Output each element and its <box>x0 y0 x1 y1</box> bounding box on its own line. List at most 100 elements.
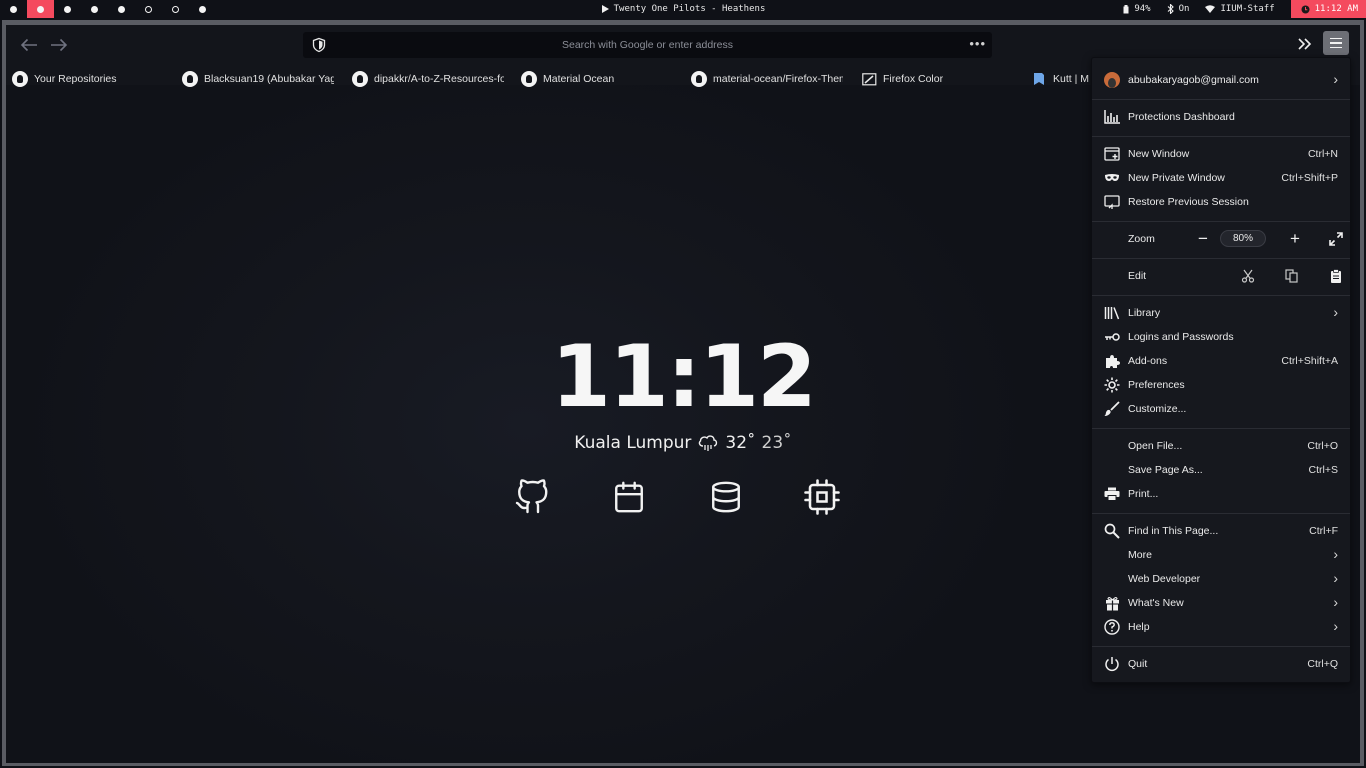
now-playing-title: Twenty One Pilots - Heathens <box>613 4 766 14</box>
fullscreen-button[interactable] <box>1326 228 1346 250</box>
menu-label: Preferences <box>1128 379 1185 391</box>
menu-find-in-page[interactable]: Find in This Page... Ctrl+F <box>1092 520 1350 542</box>
menu-label: Customize... <box>1128 403 1187 415</box>
workspace-7[interactable] <box>162 0 189 18</box>
workspace-4[interactable] <box>81 0 108 18</box>
overflow-chevron-icon[interactable] <box>1298 34 1312 55</box>
menu-new-window[interactable]: New Window Ctrl+N <box>1092 143 1350 165</box>
menu-shortcut: Ctrl+N <box>1307 148 1338 160</box>
workspace-8[interactable] <box>189 0 216 18</box>
printer-icon <box>1104 486 1120 502</box>
menu-separator <box>1092 513 1350 514</box>
menu-label: Help <box>1128 621 1150 633</box>
menu-shortcut: Ctrl+Shift+P <box>1281 172 1338 184</box>
new-window-icon <box>1104 146 1120 162</box>
menu-quit[interactable]: Quit Ctrl+Q <box>1092 653 1350 675</box>
weather-low: 23˚ <box>761 433 792 453</box>
paste-button[interactable] <box>1326 265 1346 287</box>
menu-label: abubakaryagob@gmail.com <box>1128 74 1259 86</box>
menu-label: New Window <box>1128 148 1190 160</box>
shortcut-cpu[interactable] <box>802 477 842 517</box>
wifi-status[interactable]: IIUM-Staff <box>1205 4 1275 14</box>
menu-customize[interactable]: Customize... <box>1092 398 1350 420</box>
app-menu-panel: abubakaryagob@gmail.com › Protections Da… <box>1091 57 1351 683</box>
workspace-dot-icon <box>118 5 125 13</box>
github-icon <box>521 71 537 87</box>
menu-label: Edit <box>1128 270 1147 282</box>
workspace-3[interactable] <box>54 0 81 18</box>
page-actions-icon[interactable]: ••• <box>969 36 986 51</box>
menu-label: Print... <box>1128 488 1159 500</box>
system-clock[interactable]: 11:12 AM <box>1290 0 1366 18</box>
menu-label: Save Page As... <box>1128 464 1203 476</box>
github-icon <box>515 479 548 514</box>
back-button[interactable] <box>16 33 42 57</box>
database-icon <box>712 481 740 513</box>
bookmark-item[interactable]: dipakkr/A-to-Z-Resources-for-Students <box>352 69 504 89</box>
workspace-6[interactable] <box>135 0 162 18</box>
menu-preferences[interactable]: Preferences <box>1092 374 1350 396</box>
menu-whats-new[interactable]: What's New › <box>1092 592 1350 614</box>
menu-restore-session[interactable]: Restore Previous Session <box>1092 191 1350 213</box>
forward-button[interactable] <box>46 33 72 57</box>
github-icon <box>12 71 28 87</box>
bluetooth-status[interactable]: On <box>1167 4 1189 14</box>
bookmark-item[interactable]: Kutt | M <box>1031 69 1091 89</box>
menu-help[interactable]: Help › <box>1092 616 1350 638</box>
battery-label: 94% <box>1134 4 1151 14</box>
workspace-dot-icon <box>37 5 44 13</box>
shortcut-database[interactable] <box>706 477 746 517</box>
chevron-right-icon: › <box>1333 546 1338 562</box>
minus-icon: − <box>1198 229 1208 248</box>
menu-protections-dashboard[interactable]: Protections Dashboard <box>1092 106 1350 128</box>
chevron-right-icon: › <box>1333 594 1338 610</box>
menu-library[interactable]: Library › <box>1092 302 1350 324</box>
shortcut-github[interactable] <box>512 477 552 517</box>
menu-addons[interactable]: Add-ons Ctrl+Shift+A <box>1092 350 1350 372</box>
workspace-dot-icon <box>145 5 152 13</box>
cut-button[interactable] <box>1238 265 1258 287</box>
battery-status[interactable]: 94% <box>1123 4 1151 14</box>
menu-print[interactable]: Print... <box>1092 483 1350 505</box>
workspace-1[interactable] <box>0 0 27 18</box>
menu-open-file[interactable]: Open File... Ctrl+O <box>1092 435 1350 457</box>
menu-label: Logins and Passwords <box>1128 331 1234 343</box>
zoom-in-button[interactable]: + <box>1285 228 1305 250</box>
bookmark-item[interactable]: material-ocean/Firefox-Theme <box>691 69 843 89</box>
zoom-reset-button[interactable]: 80% <box>1220 230 1266 247</box>
menu-account[interactable]: abubakaryagob@gmail.com › <box>1092 69 1350 91</box>
zoom-out-button[interactable]: − <box>1193 228 1213 250</box>
menu-separator <box>1092 221 1350 222</box>
bookmark-item[interactable]: Blacksuan19 (Abubakar Yagob) <box>182 69 334 89</box>
menu-shortcut: Ctrl+Q <box>1307 658 1338 670</box>
menu-logins-passwords[interactable]: Logins and Passwords <box>1092 326 1350 348</box>
menu-shortcut: Ctrl+S <box>1308 464 1338 476</box>
menu-zoom-row: Zoom − 80% + <box>1092 228 1350 250</box>
github-icon <box>691 71 707 87</box>
chevron-right-icon: › <box>1333 304 1338 320</box>
hamburger-icon <box>1330 37 1342 40</box>
menu-web-developer[interactable]: Web Developer › <box>1092 568 1350 590</box>
address-bar[interactable]: Search with Google or enter address ••• <box>303 32 992 58</box>
bookmark-item[interactable]: Your Repositories <box>12 69 172 89</box>
copy-button[interactable] <box>1282 265 1302 287</box>
bookmark-item[interactable]: Firefox Color <box>861 69 1013 89</box>
clock-label: 11:12 AM <box>1314 4 1358 14</box>
bookmark-label: Your Repositories <box>34 73 117 85</box>
clock-icon <box>1301 5 1310 13</box>
workspace-5[interactable] <box>108 0 135 18</box>
menu-shortcut: Ctrl+F <box>1309 525 1338 537</box>
play-icon <box>601 5 609 13</box>
bookmark-item[interactable]: Material Ocean <box>521 69 673 89</box>
workspace-2[interactable] <box>27 0 54 18</box>
workspace-dot-icon <box>199 5 206 13</box>
rain-cloud-icon <box>699 435 718 451</box>
shortcut-calendar[interactable] <box>609 477 649 517</box>
menu-more[interactable]: More › <box>1092 544 1350 566</box>
arrow-right-icon <box>51 38 68 52</box>
menu-new-private-window[interactable]: New Private Window Ctrl+Shift+P <box>1092 167 1350 189</box>
app-menu-button[interactable] <box>1323 31 1349 55</box>
menu-save-page[interactable]: Save Page As... Ctrl+S <box>1092 459 1350 481</box>
bookmark-label: Kutt | M <box>1053 73 1089 85</box>
scissors-icon <box>1241 269 1255 283</box>
